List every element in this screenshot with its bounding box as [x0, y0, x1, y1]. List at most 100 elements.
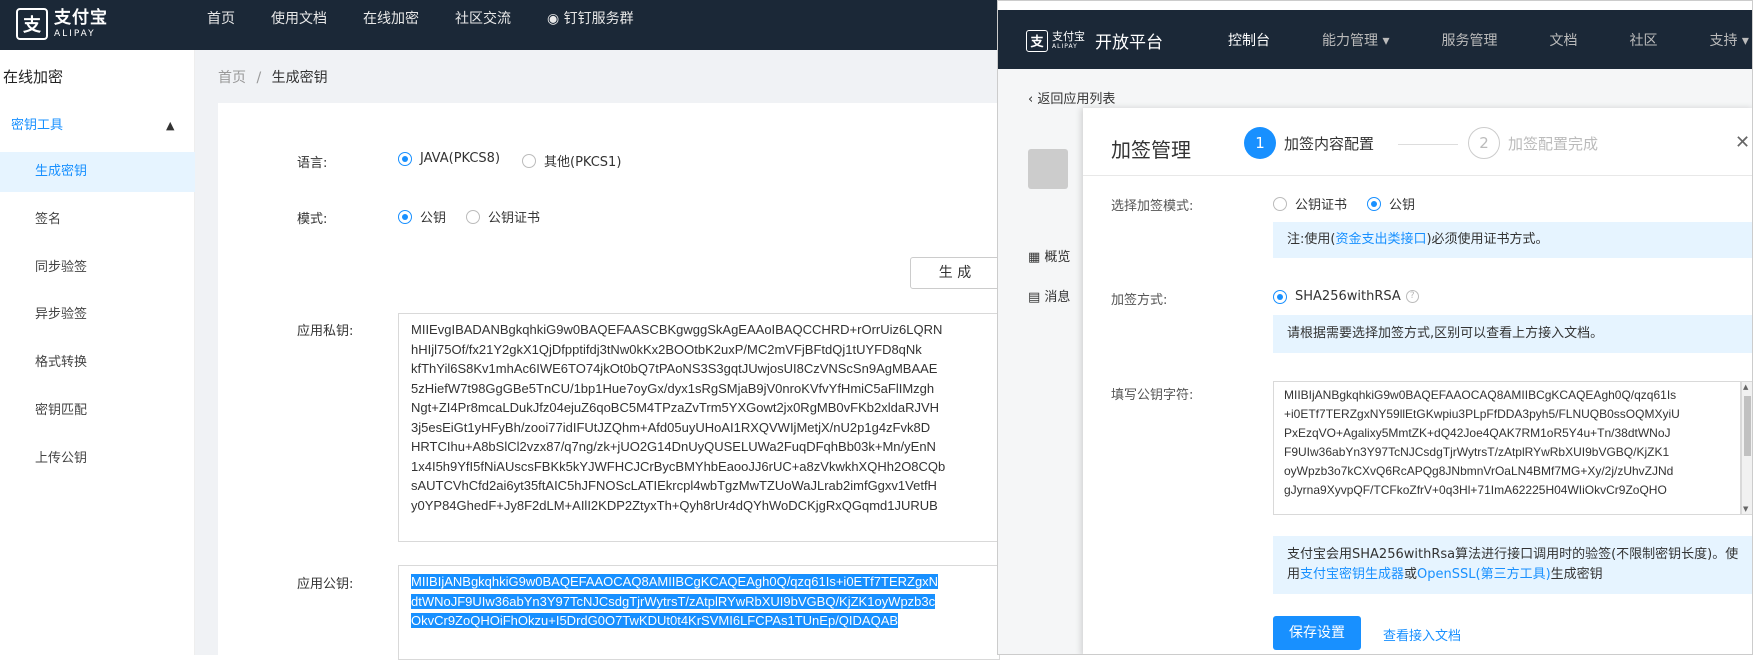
- generate-button[interactable]: 生 成: [910, 257, 1000, 289]
- radio-public-key-label: 公钥: [420, 211, 447, 226]
- nav-docs[interactable]: 使用文档: [271, 8, 327, 28]
- pop-nav-support-label: 支持: [1709, 32, 1738, 49]
- pop-nav-community[interactable]: 社区: [1629, 30, 1657, 50]
- alipay-logo[interactable]: 支 支付宝 ALIPAY: [16, 8, 108, 40]
- rsa-note-post: 生成密钥: [1550, 567, 1603, 582]
- dingtalk-icon: ◉: [547, 10, 564, 27]
- open-platform-window: 支 支付宝 ALIPAY 开放平台 控制台 能力管理 ▾ 服务管理 文档 社区 …: [997, 0, 1753, 655]
- nav-community[interactable]: 社区交流: [455, 8, 511, 28]
- radio-sign-cert[interactable]: 公钥证书: [1273, 194, 1347, 213]
- logo-cn: 支付宝: [54, 7, 108, 28]
- radio-checked-icon: [398, 151, 412, 166]
- messages-icon: ▤: [1028, 290, 1045, 305]
- radio-java-pkcs8[interactable]: JAVA(PKCS8): [398, 151, 500, 166]
- back-to-app-list[interactable]: ‹ 返回应用列表: [1028, 88, 1115, 107]
- private-key-textarea[interactable]: MIIEvgIBADANBgkqhkiG9w0BAQEFAASCBKgwggSk…: [398, 313, 1000, 542]
- nav-home[interactable]: 首页: [207, 8, 235, 28]
- radio-public-key-cert[interactable]: 公钥证书: [466, 207, 540, 226]
- private-key-line: 1x4I5h9YfI5fNiAUscsFBKk5kYJWFHCJCrBycBMY…: [411, 458, 946, 474]
- sidebar-item-sign[interactable]: 签名: [0, 200, 195, 240]
- chevron-up-icon: ▲: [166, 119, 175, 132]
- public-key-string-textarea[interactable]: MIIBIjANBgkqhkiG9w0BAQEFAAOCAQ8AMIIBCgKC…: [1273, 381, 1741, 515]
- nav-dingtalk[interactable]: ◉ 钉钉服务群: [547, 8, 634, 28]
- breadcrumb-current: 生成密钥: [271, 70, 328, 86]
- open-platform-menu: 控制台 能力管理 ▾ 服务管理 文档 社区 支持 ▾: [1228, 10, 1752, 69]
- sidebar-item-sync-verify[interactable]: 同步验签: [0, 248, 195, 288]
- sidebar-group-label: 密钥工具: [11, 118, 64, 133]
- drawer-divider: [1083, 175, 1752, 176]
- pop-logo-cn: 支付宝: [1052, 30, 1085, 43]
- private-key-line: sAUTCVhCfd2ai6yt35ftAIC5hJFNOScLATIEkrcp…: [411, 478, 937, 493]
- radio-checked-icon: [398, 209, 412, 224]
- radio-other-pkcs1[interactable]: 其他(PKCS1): [522, 151, 621, 170]
- scroll-down-icon[interactable]: ▼: [1743, 505, 1748, 513]
- side-overview[interactable]: ▦ 概览: [1028, 246, 1070, 265]
- mode-label: 模式:: [297, 212, 328, 227]
- top-nav: 支 支付宝 ALIPAY 首页 使用文档 在线加密 社区交流 ◉ 钉钉服务群: [0, 0, 1000, 50]
- nav-encrypt[interactable]: 在线加密: [363, 8, 419, 28]
- scrollbar-thumb[interactable]: [1744, 396, 1751, 456]
- scroll-up-icon[interactable]: ▲: [1743, 383, 1748, 391]
- step-1: 1 加签内容配置: [1244, 127, 1374, 159]
- pop-nav-docs[interactable]: 文档: [1549, 30, 1577, 50]
- private-key-line: Ngt+ZI4Pr8mcaLDukJfz04ejuZ6qoBC5M4TPzaZv…: [411, 400, 940, 415]
- key-generator-link[interactable]: 支付宝密钥生成器: [1300, 567, 1404, 582]
- public-key-line-selected: OkvCr9ZoQHOiFhOkzu+I5DrdG0O7TwKDUt0t4KrS…: [411, 613, 899, 628]
- textarea-scrollbar[interactable]: ▲ ▼: [1741, 381, 1752, 515]
- close-icon[interactable]: ✕: [1735, 132, 1750, 153]
- radio-public-key[interactable]: 公钥: [398, 207, 446, 226]
- public-key-line-selected: MIIBIjANBgkqhkiG9w0BAQEFAAOCAQ8AMIIBCgKC…: [411, 574, 939, 589]
- private-key-line: kfThYil6S8Kv1mhAc6IWE6TO74jkOt0bQ7tPAoNS…: [411, 361, 938, 376]
- sidebar-item-key-match[interactable]: 密钥匹配: [0, 391, 195, 431]
- open-platform-logo[interactable]: 支 支付宝 ALIPAY 开放平台: [1026, 28, 1163, 53]
- back-to-app-list-label: 返回应用列表: [1037, 92, 1116, 107]
- pop-nav-console[interactable]: 控制台: [1228, 30, 1270, 50]
- pop-nav-capability[interactable]: 能力管理 ▾: [1322, 30, 1389, 50]
- save-settings-button[interactable]: 保存设置: [1273, 616, 1361, 650]
- pop-nav-service[interactable]: 服务管理: [1441, 30, 1497, 50]
- sidebar-group-key-tools[interactable]: 密钥工具 ▲: [0, 110, 195, 142]
- radio-checked-icon: [1367, 196, 1381, 211]
- breadcrumb-separator: /: [256, 70, 262, 86]
- pop-nav-support[interactable]: 支持 ▾: [1709, 30, 1748, 50]
- radio-checked-icon: [1273, 289, 1287, 304]
- sidebar-item-upload-public-key[interactable]: 上传公钥: [0, 439, 195, 479]
- radio-sha256withrsa-label: SHA256withRSA: [1295, 289, 1401, 304]
- sidebar-title: 在线加密: [3, 68, 64, 86]
- method-note: 请根据需要选择加签方式,区别可以查看上方接入文档。: [1273, 315, 1752, 353]
- view-docs-link[interactable]: 查看接入文档: [1383, 625, 1461, 644]
- fund-api-link[interactable]: 资金支出类接口: [1335, 232, 1426, 247]
- help-icon[interactable]: ?: [1405, 290, 1419, 303]
- sidebar-item-generate-key[interactable]: 生成密钥: [0, 152, 195, 192]
- step-2-number: 2: [1468, 127, 1500, 159]
- logo-en: ALIPAY: [54, 28, 96, 39]
- openssl-link[interactable]: OpenSSL(第三方工具): [1417, 567, 1551, 582]
- pk-line: PxEzqVO+Agalixy5MmtZK+dQ42Joe4QAK7RM1oR5…: [1284, 426, 1671, 440]
- pop-logo-en: ALIPAY: [1052, 43, 1078, 50]
- app-thumbnail: [1028, 149, 1068, 189]
- rsa-note: 支付宝会用SHA256withRsa算法进行接口调用时的验签(不限制密钥长度)。…: [1273, 536, 1752, 594]
- radio-sha256withrsa[interactable]: SHA256withRSA?: [1273, 289, 1419, 304]
- private-key-line: 5zHiefW7t98GgGBe5TnCU/1bp1Hue7oyGx/dyx1s…: [411, 380, 935, 396]
- sidebar-item-format-convert[interactable]: 格式转换: [0, 343, 195, 383]
- public-key-line-selected: dtWNoJF9UIw36abYn3Y97TcNJCsdgTjrWytrsT/z…: [411, 593, 936, 609]
- step-1-label: 加签内容配置: [1284, 134, 1375, 153]
- sidebar: 在线加密 密钥工具 ▲ 生成密钥 签名 同步验签 异步验签 格式转换 密钥匹配 …: [0, 50, 195, 655]
- public-key-textarea[interactable]: MIIBIjANBgkqhkiG9w0BAQEFAAOCAQ8AMIIBCgKC…: [398, 565, 1000, 660]
- public-key-label: 应用公钥:: [297, 577, 354, 592]
- cert-note: 注:使用(资金支出类接口)必须使用证书方式。: [1273, 222, 1752, 258]
- radio-sign-public-key[interactable]: 公钥: [1367, 194, 1415, 213]
- sidebar-item-async-verify[interactable]: 异步验签: [0, 295, 195, 335]
- overview-icon: ▦: [1028, 250, 1045, 265]
- side-messages[interactable]: ▤ 消息: [1028, 286, 1070, 305]
- private-key-line: y0YP84GhedF+Jy8F2dLM+AIlI2KDP2ZtyxTh+Qyh…: [411, 497, 938, 513]
- platform-name: 开放平台: [1095, 33, 1163, 53]
- breadcrumb: 首页 / 生成密钥: [218, 67, 328, 87]
- cert-note-pre: 注:使用(: [1287, 232, 1336, 247]
- breadcrumb-home[interactable]: 首页: [218, 70, 246, 86]
- private-key-line: hHIjl75Of/fx21Y2gkX1QjDfpptifdj3tNw0kKx2…: [411, 341, 922, 357]
- alipay-logo-icon: 支: [16, 8, 48, 40]
- sign-mode-label: 选择加签模式:: [1111, 199, 1194, 214]
- nav-menu: 首页 使用文档 在线加密 社区交流 ◉ 钉钉服务群: [207, 0, 670, 35]
- side-messages-label: 消息: [1044, 290, 1071, 305]
